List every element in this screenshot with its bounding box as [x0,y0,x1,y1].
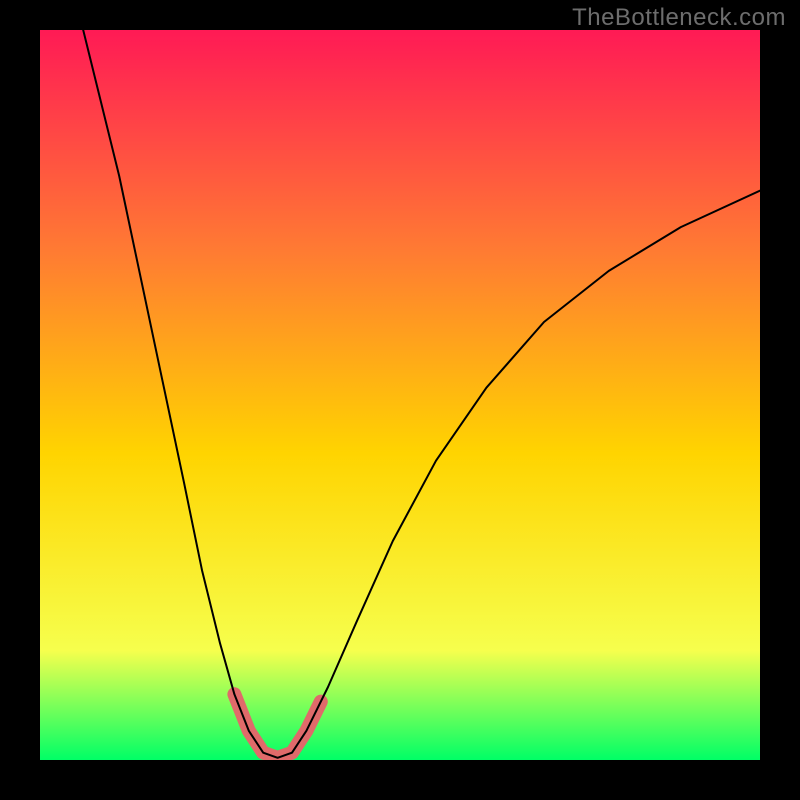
chart-plot-area [40,30,760,760]
chart-frame: TheBottleneck.com [0,0,800,800]
gradient-background [40,30,760,760]
chart-svg [40,30,760,760]
watermark-text: TheBottleneck.com [572,4,786,32]
